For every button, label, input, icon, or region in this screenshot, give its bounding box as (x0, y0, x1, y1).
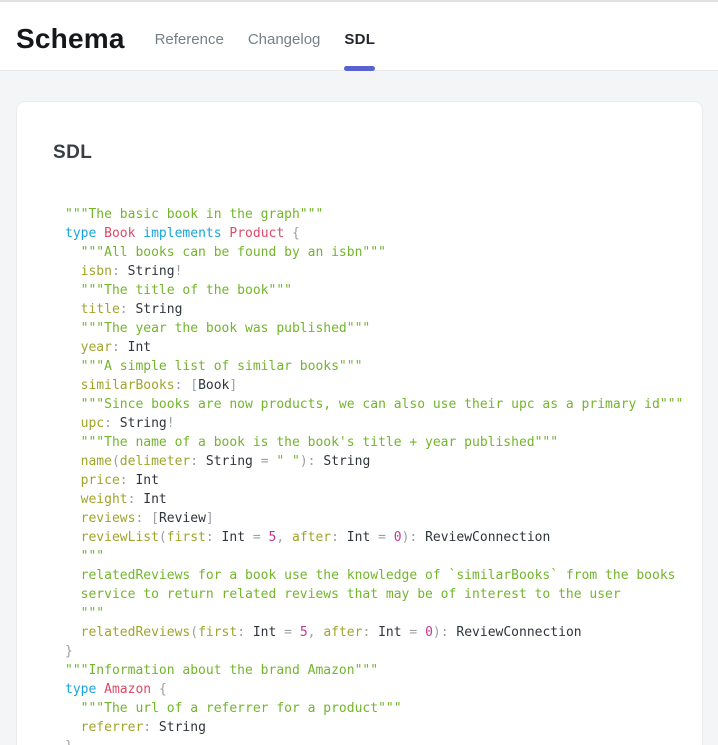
code-line: """The year the book was published""" (65, 319, 672, 338)
code-line: reviewList(first: Int = 5, after: Int = … (65, 528, 672, 547)
code-line: """All books can be found by an isbn""" (65, 243, 672, 262)
code-line: } (65, 737, 672, 745)
code-line: """ (65, 604, 672, 623)
code-line: weight: Int (65, 490, 672, 509)
sdl-card: SDL """The basic book in the graph"""typ… (17, 102, 702, 745)
code-line: """Since books are now products, we can … (65, 395, 672, 414)
page-title: Schema (16, 23, 125, 55)
tab-changelog[interactable]: Changelog (248, 8, 321, 70)
code-line: """The url of a referrer for a product""… (65, 699, 672, 718)
code-line: year: Int (65, 338, 672, 357)
page-header: Schema Reference Changelog SDL (0, 0, 718, 71)
code-line: """The title of the book""" (65, 281, 672, 300)
code-line: relatedReviews for a book use the knowle… (65, 566, 672, 585)
code-line: service to return related reviews that m… (65, 585, 672, 604)
code-line: type Book implements Product { (65, 224, 672, 243)
code-line: """Information about the brand Amazon""" (65, 661, 672, 680)
code-line: isbn: String! (65, 262, 672, 281)
code-line: similarBooks: [Book] (65, 376, 672, 395)
tab-bar: Reference Changelog SDL (155, 8, 400, 70)
tab-reference-label: Reference (155, 31, 224, 48)
code-line: referrer: String (65, 718, 672, 737)
code-line: """ (65, 547, 672, 566)
code-line: } (65, 642, 672, 661)
code-line: reviews: [Review] (65, 509, 672, 528)
sdl-code-block: """The basic book in the graph"""type Bo… (65, 205, 672, 745)
code-line: type Amazon { (65, 680, 672, 699)
tab-changelog-label: Changelog (248, 31, 321, 48)
code-line: """A simple list of similar books""" (65, 357, 672, 376)
card-title: SDL (53, 142, 672, 164)
code-line: """The basic book in the graph""" (65, 205, 672, 224)
code-line: title: String (65, 300, 672, 319)
tab-sdl[interactable]: SDL (344, 8, 375, 70)
content-area: SDL """The basic book in the graph"""typ… (0, 71, 718, 745)
active-tab-indicator (344, 66, 375, 71)
code-line: relatedReviews(first: Int = 5, after: In… (65, 623, 672, 642)
code-line: name(delimeter: String = " "): String (65, 452, 672, 471)
code-line: price: Int (65, 471, 672, 490)
tab-sdl-label: SDL (344, 31, 375, 48)
code-line: """The name of a book is the book's titl… (65, 433, 672, 452)
tab-reference[interactable]: Reference (155, 8, 224, 70)
code-line: upc: String! (65, 414, 672, 433)
